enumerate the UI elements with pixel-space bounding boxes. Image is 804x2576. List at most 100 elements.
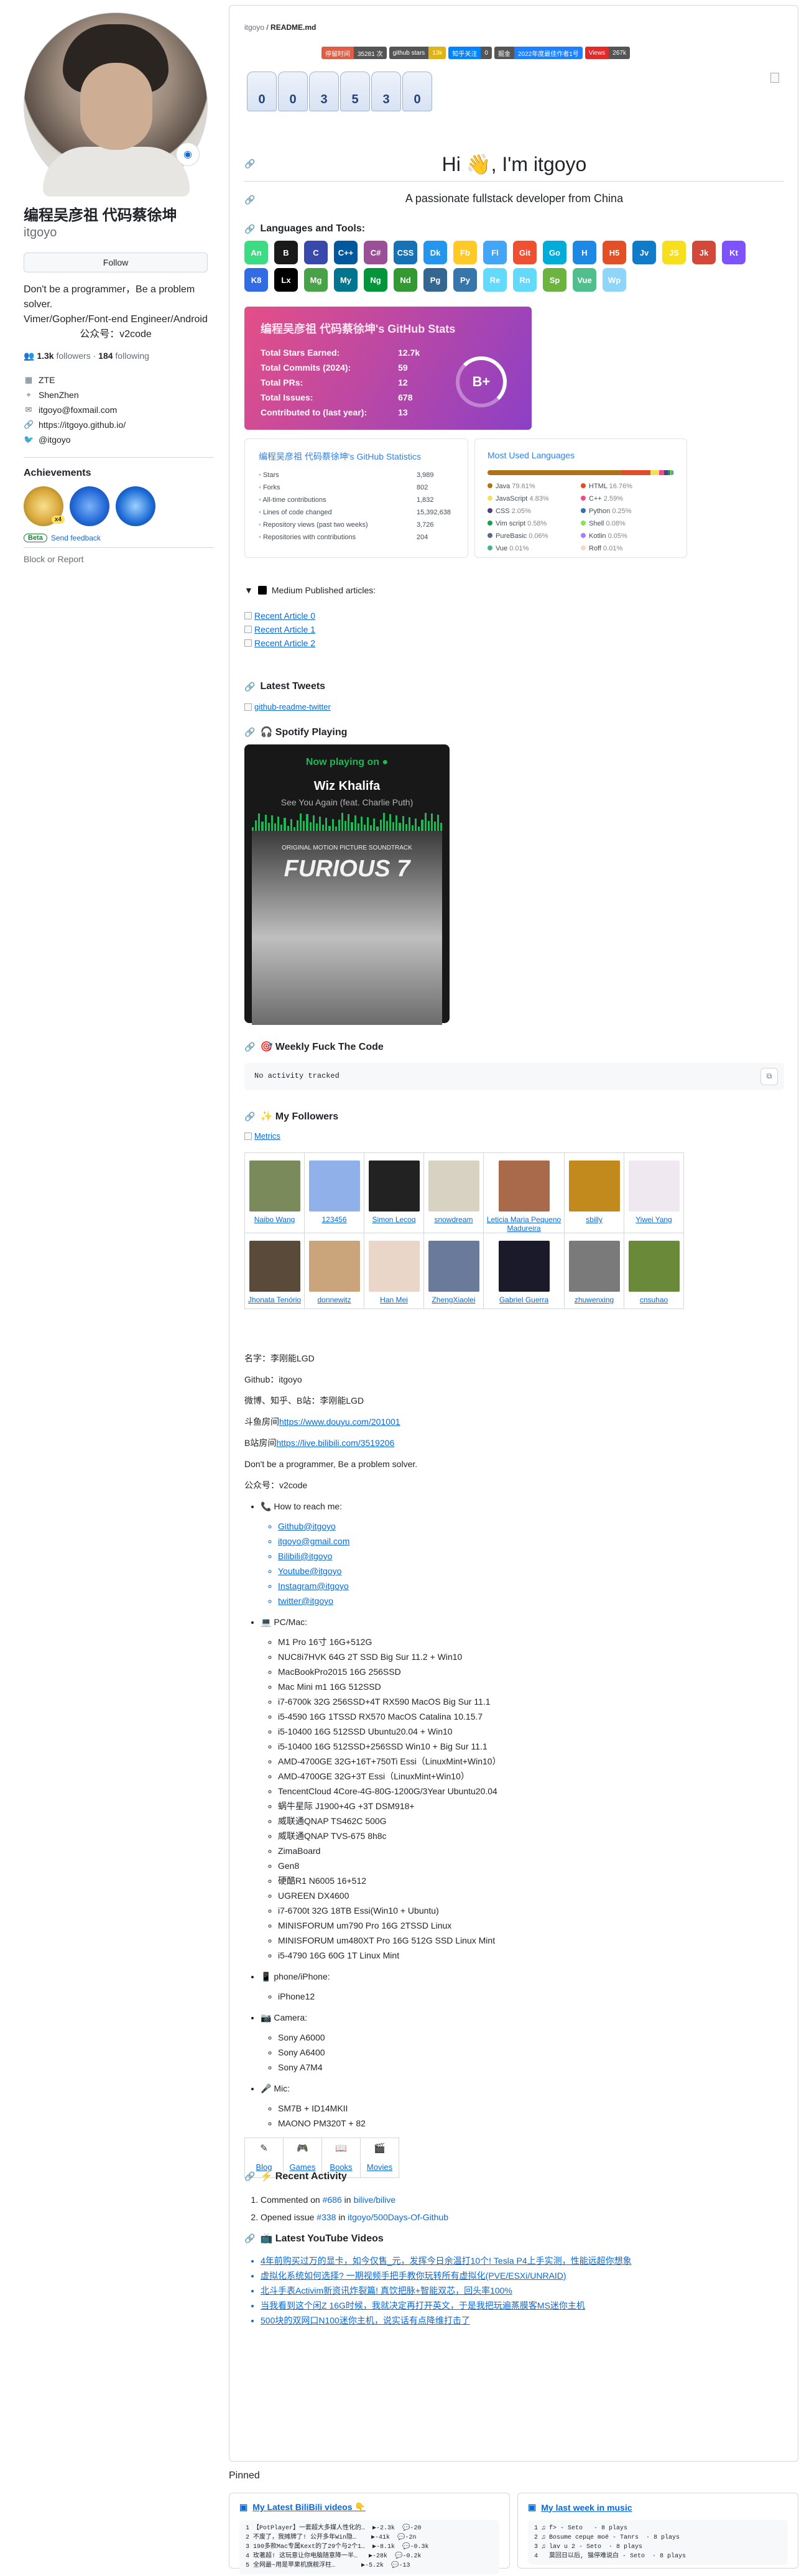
following-label[interactable]: following [115,351,149,361]
link-icon[interactable]: 🔗 [244,1042,255,1052]
follower-name[interactable]: donnewitz [317,1295,351,1304]
follower-name[interactable]: 123456 [321,1215,346,1224]
tool-icon[interactable]: Fb [453,241,477,264]
tool-icon[interactable]: Lx [274,268,298,292]
follower-cell[interactable]: cnsuhao [624,1233,684,1309]
achievement-badge[interactable] [70,486,109,526]
email-link[interactable]: itgoyo@foxmail.com [39,402,117,417]
tool-icon[interactable]: Ng [364,268,387,292]
tool-icon[interactable]: B [274,241,298,264]
follower-avatar[interactable] [568,1241,620,1292]
youtube-video-link[interactable]: 4年前购买过万的显卡，如今仅售_元，发挥今日余温打10个! Tesla P4上手… [261,2253,632,2268]
reach-link[interactable]: Youtube@itgoyo [278,1564,501,1578]
follower-avatar[interactable] [249,1161,300,1212]
follower-name[interactable]: Yiwei Yang [635,1215,672,1224]
follower-name[interactable]: cnsuhao [640,1295,668,1304]
tool-icon[interactable]: Py [453,268,477,292]
follower-cell[interactable]: Naibo Wang [244,1152,305,1233]
tool-icon[interactable]: H5 [603,241,626,264]
tool-icon[interactable]: An [244,241,268,264]
follower-cell[interactable]: ZhengXiaolei [423,1233,484,1309]
follower-name[interactable]: snowdream [434,1215,473,1224]
metrics-link[interactable]: Metrics [244,1131,280,1141]
tool-icon[interactable]: Pg [423,268,447,292]
tool-icon[interactable]: Nd [394,268,417,292]
follower-avatar[interactable] [428,1161,479,1212]
languages-card[interactable]: Most Used Languages Java 79.61% HTML 16.7… [474,438,687,558]
follower-avatar[interactable] [308,1161,360,1212]
douyu-link[interactable]: https://www.douyu.com/201001 [279,1417,400,1427]
shield-badge[interactable]: 知乎关注 0 [448,47,492,59]
follower-avatar[interactable] [368,1161,420,1212]
follower-cell[interactable]: sbilly [564,1152,624,1233]
reach-link[interactable]: Github@itgoyo [278,1519,501,1533]
tool-icon[interactable]: CSS [394,241,417,264]
follower-cell[interactable]: snowdream [423,1152,484,1233]
tool-icon[interactable]: Sp [543,268,566,292]
tool-icon[interactable]: Dk [423,241,447,264]
youtube-video-link[interactable]: 500块的双网口N100迷你主机，说实话有点降维打击了 [261,2313,632,2328]
follower-cell[interactable]: Han Mei [364,1233,424,1309]
link-icon[interactable]: 🔗 [244,727,255,738]
follower-avatar[interactable] [428,1241,479,1292]
copy-icon[interactable]: ⧉ [760,1068,778,1085]
follower-name[interactable]: ZhengXiaolei [432,1295,475,1304]
tool-icon[interactable]: Jk [692,241,716,264]
tool-icon[interactable]: C [304,241,328,264]
follower-cell[interactable]: Jhonata Tenório [244,1233,305,1309]
follower-name[interactable]: Han Mei [380,1295,408,1304]
medium-heading[interactable]: ▼ Medium Published articles: [244,585,376,595]
follower-avatar[interactable] [368,1241,420,1292]
follower-avatar[interactable] [568,1161,620,1212]
follower-avatar[interactable] [498,1161,550,1212]
youtube-video-link[interactable]: 北斗手表Activim新资讯炸裂篇! 真饮把脉+智能双芯，回头率100% [261,2283,632,2298]
follower-cell[interactable]: Simon Lecoq [364,1152,424,1233]
tool-icon[interactable]: Fl [483,241,507,264]
set-status-icon[interactable]: ◉ [176,142,200,166]
follower-avatar[interactable] [308,1241,360,1292]
tool-icon[interactable]: K8 [244,268,268,292]
github-statistics-card[interactable]: 编程吴彦祖 代码蔡徐坤's GitHub Statistics ◦ Stars 3… [244,438,468,558]
recent-number-link[interactable]: #338 [317,2212,336,2222]
tool-icon[interactable]: C# [364,241,387,264]
follower-name[interactable]: Leticia Maria Pequeno Madureira [487,1215,561,1233]
readme-user[interactable]: itgoyo [244,23,264,32]
followers-label[interactable]: followers [56,351,90,361]
tool-icon[interactable]: Rn [513,268,537,292]
achievement-badge[interactable]: x4 [24,486,65,526]
follower-name[interactable]: Naibo Wang [254,1215,295,1224]
recent-repo-link[interactable]: itgoyo/500Days-Of-Github [348,2212,448,2222]
followers-count[interactable]: 1.3k [37,351,53,361]
medium-article-link[interactable]: Recent Article 2 [244,636,376,650]
link-icon[interactable]: 🔗 [244,2233,255,2244]
achievement-badge[interactable] [116,486,155,526]
shield-badge[interactable]: 掘金 2022年度最佳作者1号 [494,47,583,59]
follower-avatar[interactable] [498,1241,550,1292]
tool-icon[interactable]: Mg [304,268,328,292]
link-icon[interactable]: 🔗 [244,224,255,234]
follower-name[interactable]: Gabriel Guerra [499,1295,548,1304]
website-link[interactable]: https://itgoyo.github.io/ [39,417,126,432]
following-count[interactable]: 184 [98,351,113,361]
reach-link[interactable]: Bilibili@itgoyo [278,1549,501,1563]
tool-icon[interactable]: My [334,268,358,292]
follower-avatar[interactable] [628,1241,680,1292]
tool-icon[interactable]: Kt [722,241,746,264]
bili-pinned-link[interactable]: My Latest BiliBili videos 👇 [252,2502,366,2513]
link-icon[interactable]: 🔗 [244,682,255,692]
recent-number-link[interactable]: #686 [323,2195,342,2205]
reach-link[interactable]: itgoyo@gmail.com [278,1534,501,1548]
tool-icon[interactable]: Re [483,268,507,292]
follower-name[interactable]: zhuwenxing [575,1295,614,1304]
follower-avatar[interactable] [249,1241,300,1292]
tool-icon[interactable]: Go [543,241,566,264]
send-feedback-link[interactable]: Send feedback [51,534,101,542]
link-icon[interactable]: 🔗 [244,2171,255,2182]
reach-link[interactable]: Instagram@itgoyo [278,1579,501,1593]
medium-article-link[interactable]: Recent Article 0 [244,609,376,623]
recent-repo-link[interactable]: bilive/bilive [353,2195,395,2205]
youtube-video-link[interactable]: 虚拟化系统如何选择? 一期视频手把手教你玩转所有虚拟化(PVE/ESXi/UNR… [261,2268,632,2283]
follower-avatar[interactable] [628,1161,680,1212]
youtube-video-link[interactable]: 当我看到这个闲Z 16G时候，我就决定再打开英文，于是我把玩遍蒸膜客MS迷你主机 [261,2298,632,2313]
follower-cell[interactable]: Leticia Maria Pequeno Madureira [483,1152,565,1233]
